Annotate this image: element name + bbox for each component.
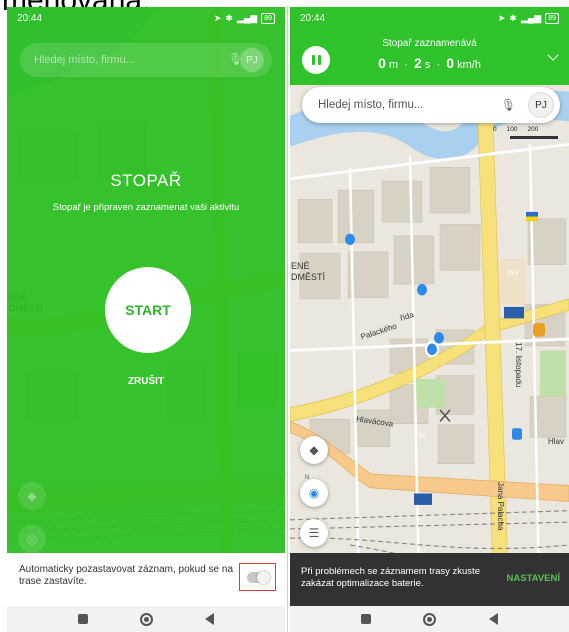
recording-title: Stopař zaznamenává [382,38,477,49]
home-icon[interactable] [423,612,437,626]
signal-icon: ▂▄▆ [520,12,542,23]
back-icon[interactable] [488,613,498,625]
status-time: 20:44 [17,12,43,24]
my-location-button[interactable]: ◉ [300,479,328,507]
settings-action-button[interactable]: NASTAVENÍ [507,573,560,584]
navigation-bar [290,606,569,632]
back-icon[interactable] [205,613,214,625]
signal-icon: ▂▄▆ [236,12,258,23]
layers-icon: ◆ [309,443,319,457]
microphone-icon[interactable]: 🎙 [501,98,516,112]
search-placeholder: Hledej místo, firmu... [318,99,424,111]
bluetooth-icon: ✱ [225,12,233,23]
snackbar-text: Při problémech se záznamem trasy zkuste … [301,566,480,589]
time-value: 2 [413,55,422,71]
road-shield-324: 324 [507,270,519,277]
status-bar: 20:44 ➤ ✱ ▂▄▆ 89 [290,7,569,29]
right-screen: ENÉ DMĚSTÍ Palackého řída Hlavácova 36 3… [290,7,569,632]
battery-icon: 89 [545,12,559,24]
road-shield-36: 36 [418,433,426,440]
menu-button[interactable]: ☰ [300,519,328,547]
layers-button[interactable]: ◆ [300,436,328,464]
tracker-description: Stopař je připraven zaznamenat vaši akti… [52,202,240,213]
search-bar[interactable]: Hledej místo, firmu... 🎙 PJ [302,87,560,123]
recents-icon[interactable] [78,614,88,624]
bluetooth-icon: ✱ [509,12,517,23]
recents-icon[interactable] [361,614,372,624]
status-bar: 20:44 ➤ ✱ ▂▄▆ 89 [7,7,285,29]
left-screen: ENÉ DMĚSTÍ 20:44 ➤ ✱ ▂▄▆ 89 Hledej místo… [7,7,285,632]
map-label-district: ENÉ [291,261,310,271]
start-button[interactable]: START [105,267,191,353]
distance-value: 0 [378,55,386,71]
auto-pause-toggle[interactable] [246,570,270,584]
battery-icon: 89 [261,12,275,24]
distance-unit: m [388,59,399,71]
map-scale: 0 100 200 [493,126,538,133]
menu-icon: ☰ [308,526,320,540]
cancel-button[interactable]: ZRUŠIT [7,376,285,387]
avatar[interactable]: PJ [528,92,554,118]
map-label-street: Jana Palacha [496,482,505,531]
avatar: PJ [240,48,264,72]
toggle-highlight [239,563,276,591]
time-unit: s [424,59,431,71]
location-icon: ➤ [213,12,222,23]
tracker-title: STOPAŘ [110,171,182,190]
auto-pause-panel: Automaticky pozastavovat záznam, pokud s… [7,553,285,606]
home-icon[interactable] [140,612,153,626]
location-target-icon: ◉ [308,486,320,500]
scale-mid: 100 [506,126,518,133]
map-label-street: Hlav [548,437,565,446]
microphone-icon: 🎙 [228,52,244,66]
recording-stats: 0 m · 2 s · 0 km/h [378,55,481,71]
map-label-district: DMĚSTÍ [291,272,326,282]
recording-header: 20:44 ➤ ✱ ▂▄▆ 89 Stopař zaznamenává 0 m … [290,7,569,85]
speed-unit: km/h [457,59,481,71]
status-time: 20:44 [300,12,326,24]
compass-north-icon: N [305,475,310,481]
scale-bar [510,136,558,139]
layers-icon: ◆ [18,482,46,510]
map-label-street: 17. listopadu [514,342,523,388]
location-icon: ➤ [497,12,506,23]
navigation-bar [7,606,285,632]
snackbar: Při problémech se záznamem trasy zkuste … [290,553,569,606]
scale-zero: 0 [493,126,497,133]
location-target-icon: ◎ [18,525,46,553]
scale-end: 200 [527,126,539,133]
auto-pause-label: Automaticky pozastavovat záznam, pokud s… [19,564,234,587]
search-placeholder: Hledej místo, firmu... [34,54,135,66]
speed-value: 0 [446,55,455,71]
